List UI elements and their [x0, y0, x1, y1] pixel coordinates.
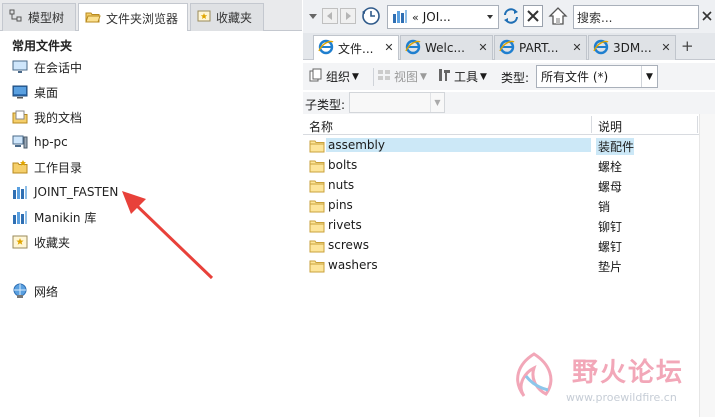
file-row[interactable]: assembly 装配件	[303, 136, 715, 156]
organize-button[interactable]: 组织 ▼	[309, 68, 359, 85]
home-button[interactable]	[547, 5, 569, 27]
chevron-down-icon: ▼	[641, 66, 657, 87]
file-description: 装配件	[596, 138, 635, 155]
watermark-title: 野火论坛	[572, 358, 685, 388]
file-description: 螺母	[598, 180, 623, 194]
file-row[interactable]: screws 螺钉	[303, 236, 715, 256]
chevron-down-icon: ▼	[352, 71, 359, 82]
folder-icon	[309, 139, 325, 153]
subtype-select[interactable]: ▼	[349, 92, 445, 113]
column-header-name[interactable]: 名称	[309, 118, 333, 135]
browser-tab-label: 3DM...	[613, 41, 652, 55]
browser-tab-files[interactable]: 文件... ✕	[313, 35, 399, 60]
file-list-header: 名称 说明	[303, 114, 715, 135]
file-row[interactable]: washers 垫片	[303, 256, 715, 276]
address-bar[interactable]: « JOI...	[387, 5, 499, 29]
organize-icon	[309, 68, 323, 85]
browser-tab-welcome[interactable]: Welc... ✕	[400, 35, 493, 60]
view-icon	[377, 68, 391, 85]
file-row[interactable]: bolts 螺栓	[303, 156, 715, 176]
library-icon	[392, 8, 408, 27]
refresh-button[interactable]	[502, 7, 520, 25]
ie-icon	[405, 39, 421, 58]
search-placeholder: 搜索...	[577, 10, 613, 25]
file-description: 垫片	[598, 260, 623, 274]
file-type-select[interactable]: 所有文件 (*) ▼	[536, 65, 658, 88]
tools-label: 工具	[454, 70, 479, 84]
file-name: screws	[328, 238, 369, 252]
folder-icon	[309, 259, 325, 273]
subtype-row: 子类型: ▼	[303, 92, 715, 114]
file-row[interactable]: rivets 铆钉	[303, 216, 715, 236]
file-name: pins	[328, 198, 353, 212]
ie-icon	[499, 39, 515, 58]
file-row[interactable]: pins 销	[303, 196, 715, 216]
chevron-down-icon[interactable]	[485, 11, 495, 25]
folder-icon	[309, 199, 325, 213]
browser-tab-3dm[interactable]: 3DM... ✕	[588, 35, 676, 60]
column-divider	[697, 116, 698, 133]
back-button[interactable]	[322, 8, 338, 24]
file-row[interactable]: nuts 螺母	[303, 176, 715, 196]
file-name: washers	[328, 258, 378, 272]
forward-button[interactable]	[340, 8, 356, 24]
file-description: 铆钉	[598, 220, 623, 234]
navigation-bar: « JOI... 搜索...	[303, 0, 715, 33]
forum-watermark: 野火论坛 www.proewildfire.cn	[500, 348, 710, 412]
file-name: assembly	[326, 138, 591, 152]
browser-tab-strip: 文件... ✕ Welc... ✕ PART... ✕ 3DM... ✕ +	[303, 33, 715, 60]
organize-label: 组织	[326, 70, 351, 84]
chevron-down-icon: ▼	[430, 93, 444, 112]
browser-toolbar: 组织 ▼ 视图 ▼ 工具 ▼ 类型: 所有文件 (*) ▼	[303, 63, 715, 90]
file-description: 销	[598, 200, 611, 214]
add-tab-button[interactable]: +	[681, 37, 694, 55]
flame-logo-icon	[516, 352, 553, 397]
history-button[interactable]	[361, 6, 381, 26]
folder-icon	[309, 159, 325, 173]
type-label: 类型:	[501, 71, 530, 85]
browser-tab-part[interactable]: PART... ✕	[494, 35, 587, 60]
close-tab-icon[interactable]: ✕	[477, 42, 489, 54]
close-tab-icon[interactable]: ✕	[383, 42, 395, 54]
clear-search-button[interactable]	[701, 10, 713, 22]
browser-tab-label: Welc...	[425, 41, 465, 55]
column-divider	[591, 116, 592, 133]
tools-button[interactable]: 工具 ▼	[437, 68, 487, 85]
close-tab-icon[interactable]: ✕	[571, 42, 583, 54]
address-text: JOI...	[422, 10, 451, 24]
folder-icon	[309, 239, 325, 253]
chevron-down-icon: ▼	[480, 71, 487, 82]
view-button[interactable]: 视图 ▼	[377, 68, 427, 85]
file-name: rivets	[328, 218, 362, 232]
breadcrumb-chevron-icon: «	[412, 10, 419, 24]
file-name: bolts	[328, 158, 358, 172]
tools-icon	[437, 68, 451, 85]
ie-icon	[593, 39, 609, 58]
subtype-label: 子类型:	[305, 98, 346, 112]
annotation-arrow	[122, 191, 214, 280]
column-header-description[interactable]: 说明	[598, 118, 622, 135]
stop-button[interactable]	[523, 5, 543, 27]
watermark-url: www.proewildfire.cn	[566, 391, 677, 404]
folder-icon	[309, 219, 325, 233]
file-description: 螺钉	[598, 240, 623, 254]
navigator-pane: 模型树 文件夹浏览器 收藏夹 常用文件夹 在会话中 桌面 我的文档 hp-pc …	[0, 0, 302, 417]
collapse-pane-button[interactable]	[306, 8, 320, 24]
search-input[interactable]: 搜索...	[573, 5, 699, 29]
folder-icon	[309, 179, 325, 193]
browser-tab-label: PART...	[519, 41, 559, 55]
file-type-value: 所有文件 (*)	[541, 70, 609, 84]
file-description: 螺栓	[598, 160, 623, 174]
file-name: nuts	[328, 178, 355, 192]
chevron-down-icon: ▼	[420, 71, 427, 82]
view-label: 视图	[394, 70, 419, 84]
toolbar-separator	[373, 68, 374, 86]
close-tab-icon[interactable]: ✕	[660, 42, 672, 54]
ie-icon	[318, 39, 334, 58]
browser-tab-label: 文件...	[338, 41, 374, 56]
